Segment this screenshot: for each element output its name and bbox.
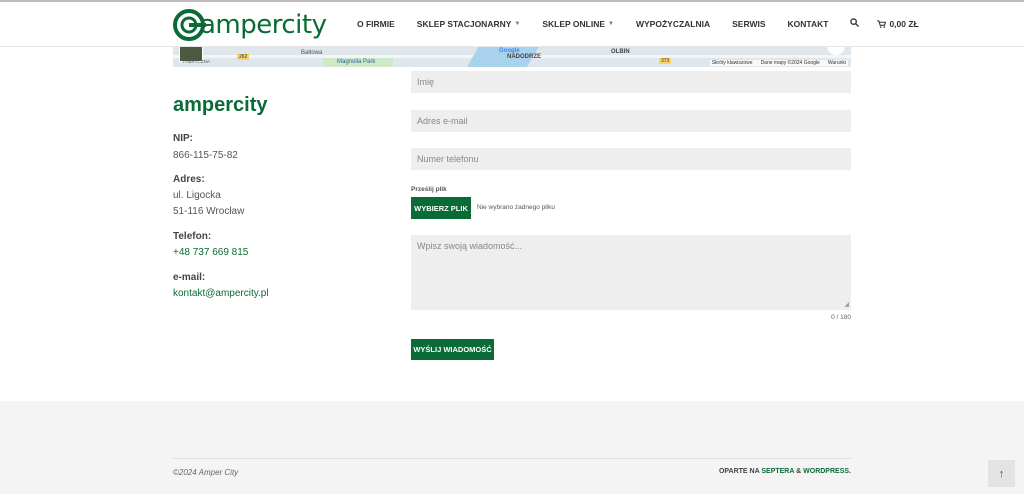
message-textarea[interactable]: Wpisz swoją wiadomość... ◢ (411, 235, 851, 310)
map-terms-link[interactable]: Warunki (828, 60, 846, 66)
cart-icon (877, 20, 887, 28)
message-placeholder: Wpisz swoją wiadomość... (417, 241, 523, 251)
logo-text: ampercity (200, 10, 327, 40)
choose-file-button[interactable]: WYBIERZ PLIK (411, 197, 471, 219)
nav-label: KONTAKT (787, 19, 829, 29)
phone-input[interactable]: Numer telefonu (411, 148, 851, 170)
credit-ampersand: & (796, 468, 802, 475)
google-map[interactable]: FABRYCZNA Bałtowa 262 Magnolia Park Goog… (173, 46, 851, 67)
footer-divider (173, 458, 851, 459)
search-icon (850, 18, 860, 28)
map-label: Bałtowa (301, 50, 323, 56)
map-label: FABRYCZNA (183, 59, 210, 64)
site-logo[interactable]: ampercity (172, 7, 327, 43)
email-link[interactable]: kontakt@ampercity.pl (173, 288, 269, 299)
footer-credit: OPARTE NA SEPTERA & WORDPRESS. (700, 468, 851, 475)
site-footer: ©2024 Amper City OPARTE NA SEPTERA & WOR… (0, 401, 1024, 494)
nav-item-sklep-online[interactable]: SKLEP ONLINE ▼ (542, 19, 614, 29)
email-label: e-mail: (173, 272, 206, 283)
nav-item-kontakt[interactable]: KONTAKT (788, 19, 829, 29)
nav-item-serwis[interactable]: SERWIS (732, 19, 765, 29)
search-button[interactable] (850, 18, 860, 30)
nav-label: SKLEP ONLINE (542, 19, 606, 29)
site-header: ampercity O FIRMIE SKLEP STACJONARNY ▼ SK… (0, 2, 1024, 47)
map-data-credit: Dane mapy ©2024 Google (760, 60, 820, 66)
map-road-badge: 262 (237, 54, 250, 60)
name-placeholder: Imię (417, 77, 435, 87)
email-placeholder: Adres e-mail (417, 116, 468, 126)
nav-item-o-firmie[interactable]: O FIRMIE (357, 19, 395, 29)
address-label: Adres: (173, 174, 205, 185)
cart-total: 0,00 ZŁ (889, 19, 919, 29)
nav-item-sklep-stacjonarny[interactable]: SKLEP STACJONARNY ▼ (417, 19, 521, 29)
nav-label: SKLEP STACJONARNY (416, 19, 512, 29)
company-name: ampercity (173, 94, 268, 116)
wordpress-link[interactable]: WORDPRESS (803, 468, 849, 475)
arrow-up-icon: ↑ (998, 467, 1005, 480)
chevron-down-icon: ▼ (514, 21, 521, 27)
back-to-top-button[interactable]: ↑ (988, 460, 1015, 487)
nav-label: WYPOŻYCZALNIA (635, 19, 711, 29)
address-line1: ul. Ligocka (173, 190, 221, 201)
map-road-badge: 373 (659, 58, 672, 64)
map-shortcuts-link[interactable]: Skróty klawiszowe (712, 60, 753, 66)
nip-label: NIP: (173, 133, 193, 144)
nav-label: SERWIS (732, 19, 766, 29)
upload-status: Nie wybrano żadnego pliku (477, 204, 556, 211)
nip-value: 866-115-75-82 (173, 150, 238, 161)
email-input[interactable]: Adres e-mail (411, 110, 851, 132)
phone-placeholder: Numer telefonu (417, 154, 479, 164)
credit-prefix: OPARTE NA (718, 468, 760, 475)
character-counter: 0 / 180 (831, 314, 851, 321)
copyright-text: ©2024 Amper City (173, 468, 239, 477)
address-line2: 51-116 Wrocław (173, 206, 245, 217)
map-label: OLBIN (611, 49, 630, 55)
name-input[interactable]: Imię (411, 71, 851, 93)
nav-label: O FIRMIE (357, 19, 395, 29)
chevron-down-icon: ▼ (608, 21, 614, 27)
map-zoom-control[interactable]: ⌄ (827, 46, 845, 55)
map-label: Magnolia Park (337, 59, 376, 65)
phone-label: Telefon: (173, 231, 212, 242)
credit-suffix: . (849, 468, 851, 475)
map-attribution: Skróty klawiszowe Dane mapy ©2024 Google… (709, 60, 848, 66)
cart-button[interactable]: 0,00 ZŁ (877, 19, 919, 29)
main-navigation: O FIRMIE SKLEP STACJONARNY ▼ SKLEP ONLINE… (357, 2, 919, 46)
nav-item-wypozyczalnia[interactable]: WYPOŻYCZALNIA (636, 19, 710, 29)
map-label: NADODRZE (507, 54, 541, 60)
septera-link[interactable]: SEPTERA (761, 468, 794, 475)
resize-handle-icon[interactable]: ◢ (844, 301, 849, 308)
upload-label: Prześlij plik (411, 186, 447, 193)
send-message-button[interactable]: WYŚLIJ WIADOMOŚĆ (411, 339, 494, 360)
phone-link[interactable]: +48 737 669 815 (173, 247, 248, 258)
